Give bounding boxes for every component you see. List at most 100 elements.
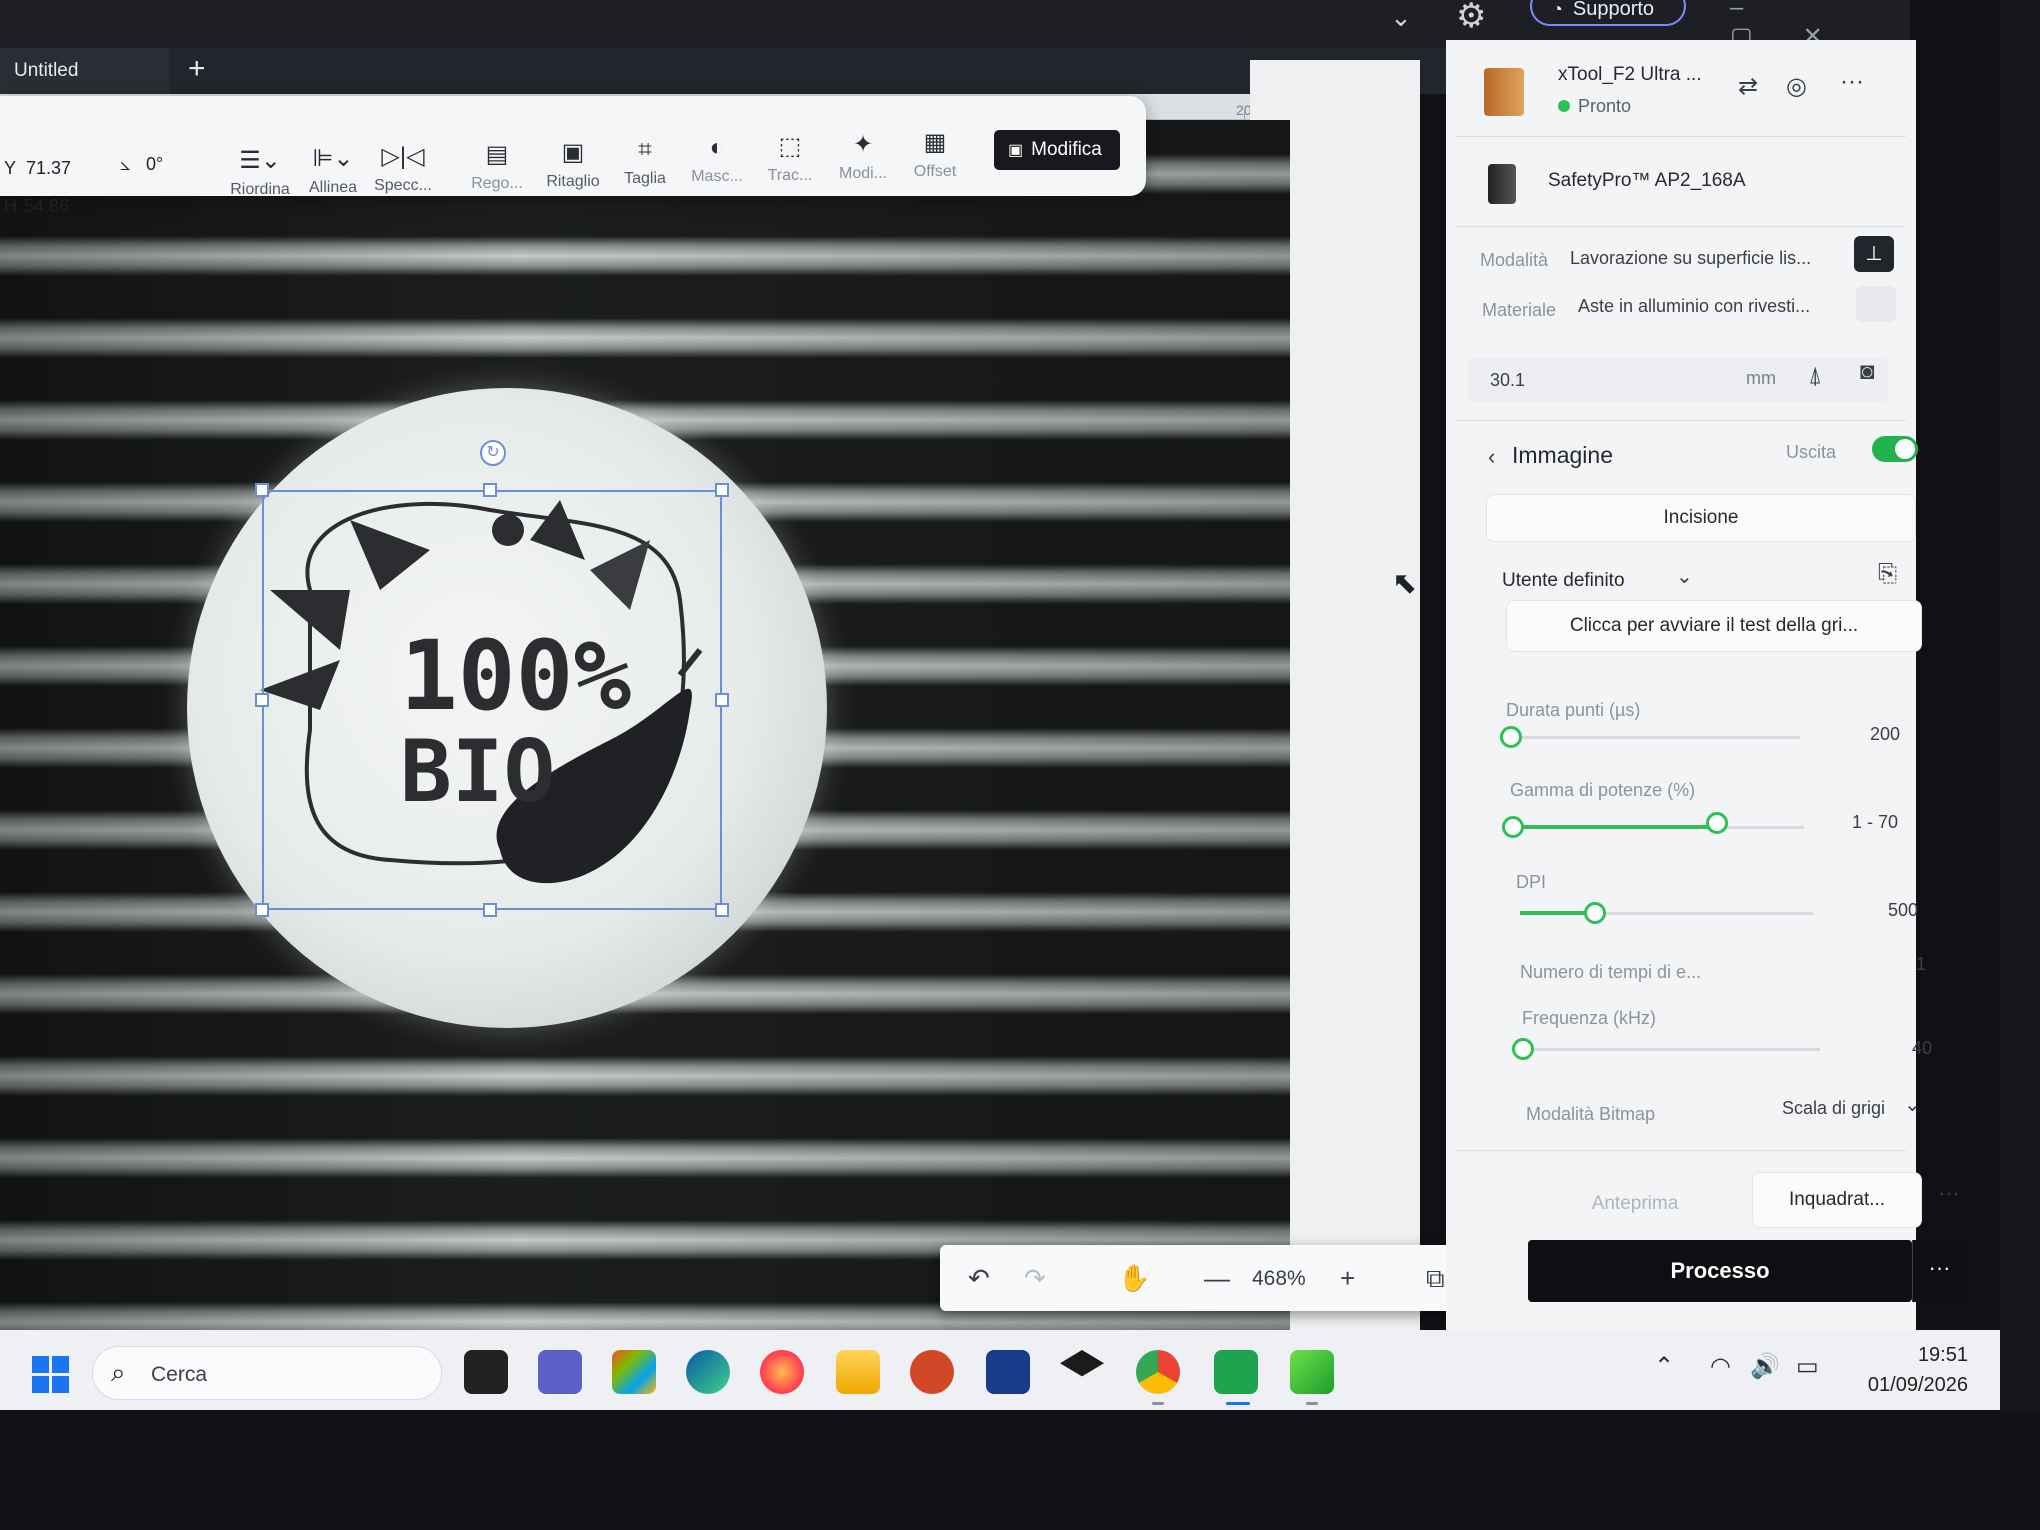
monitor-bezel — [2000, 0, 2040, 1530]
frequency-value[interactable]: 40 — [1912, 1038, 1932, 1059]
app-icon[interactable] — [986, 1350, 1030, 1394]
grid-test-button[interactable]: Clicca per avviare il test della gri... — [1506, 600, 1922, 652]
store-icon[interactable] — [612, 1350, 656, 1394]
back-chevron-icon[interactable]: ‹ — [1488, 444, 1495, 470]
image-edit-icon: ▣ — [1008, 142, 1024, 159]
support-button[interactable]: ◔ Supporto — [1530, 0, 1686, 26]
angle-icon: ⦣ — [120, 154, 131, 174]
task-view-icon[interactable] — [464, 1350, 508, 1394]
material-info-icon[interactable] — [1856, 286, 1896, 322]
zoom-out-button[interactable]: — — [1204, 1263, 1230, 1294]
speaker-icon[interactable]: 🔊 — [1750, 1352, 1780, 1381]
teams-icon[interactable] — [538, 1350, 582, 1394]
zoom-bar: ↶ ↷ ✋ — 468% + ⧉ — [940, 1245, 1480, 1311]
bitmap-mode-value[interactable]: Scala di grigi — [1782, 1098, 1885, 1119]
xtool-studio-icon[interactable] — [1214, 1350, 1258, 1394]
passes-value[interactable]: 1 — [1916, 954, 1926, 975]
camera-icon[interactable]: ◙ — [1860, 358, 1875, 386]
dot-duration-knob[interactable] — [1500, 726, 1522, 748]
resize-handle-s[interactable] — [483, 903, 497, 917]
taskbar-search[interactable]: ⌕ Cerca — [92, 1346, 442, 1400]
clock-time: 19:51 — [1917, 1344, 1968, 1366]
frequency-knob[interactable] — [1512, 1038, 1534, 1060]
resize-handle-se[interactable] — [715, 903, 729, 917]
thickness-field[interactable] — [1468, 358, 1888, 402]
tab-untitled[interactable]: Untitled — [0, 48, 170, 94]
redo-icon[interactable]: ↷ — [1024, 1263, 1046, 1294]
more-icon[interactable]: ··· — [1840, 68, 1864, 96]
power-range-value[interactable]: 1 - 70 — [1852, 812, 1898, 833]
material-value[interactable]: Aste in alluminio con rivesti... — [1578, 296, 1810, 317]
dpi-value[interactable]: 500 — [1888, 900, 1918, 921]
mode-value[interactable]: Lavorazione su superficie lis... — [1570, 248, 1811, 269]
mirror-icon: ▷|◁ — [381, 143, 425, 170]
section-title: Immagine — [1512, 442, 1613, 468]
file-explorer-icon[interactable] — [836, 1350, 880, 1394]
auto-measure-icon[interactable]: ⍋ — [1808, 362, 1822, 390]
angle-value[interactable]: 0° — [146, 154, 163, 175]
rotate-icon[interactable]: ↻ — [480, 440, 506, 466]
save-preset-icon[interactable]: ⎘ — [1878, 560, 1897, 588]
dpi-label: DPI — [1516, 872, 1547, 892]
frequency-label: Frequenza (kHz) — [1522, 1008, 1657, 1028]
process-more-button[interactable]: ··· — [1912, 1240, 1966, 1302]
device-name[interactable]: xTool_F2 Ultra ... — [1558, 64, 1702, 86]
zoom-level[interactable]: 468% — [1252, 1267, 1306, 1291]
gear-icon[interactable]: ⚙ — [1456, 0, 1486, 36]
resize-handle-e[interactable] — [715, 693, 729, 707]
chevron-down-icon[interactable]: ⌄ — [1904, 1092, 1921, 1117]
dpi-knob[interactable] — [1584, 902, 1606, 924]
headset-icon: ◔ — [1552, 0, 1563, 19]
battery-icon[interactable]: ▭ — [1796, 1352, 1819, 1381]
process-type-button[interactable]: Incisione — [1486, 494, 1916, 542]
wifi-icon[interactable]: ◠ — [1710, 1352, 1731, 1381]
zoom-in-button[interactable]: + — [1340, 1263, 1355, 1294]
preset-label[interactable]: Utente definito — [1502, 570, 1625, 592]
process-button[interactable]: Processo — [1528, 1240, 1912, 1302]
resize-handle-n[interactable] — [483, 483, 497, 497]
firefox-icon[interactable] — [760, 1350, 804, 1394]
output-toggle[interactable] — [1872, 436, 1918, 462]
chevron-down-icon[interactable]: ⌄ — [1390, 2, 1412, 33]
y-value[interactable]: 71.37 — [26, 158, 71, 179]
layers-icon[interactable]: ⧉ — [1426, 1263, 1445, 1295]
resize-handle-ne[interactable] — [715, 483, 729, 497]
add-tab-button[interactable]: + — [188, 52, 206, 86]
framing-button[interactable]: Inquadrat... — [1752, 1172, 1922, 1228]
target-icon[interactable]: ◎ — [1786, 72, 1807, 101]
clock[interactable]: 19:51 01/09/2026 — [1856, 1340, 1968, 1400]
preview-button[interactable]: Anteprima — [1530, 1176, 1740, 1232]
y-label: Y — [4, 158, 17, 178]
edit-toolbar: Y 71.37 ⦣ 0° H 54.86 ☰⌄ Riordina ⊫⌄ Alline… — [0, 96, 1146, 216]
hand-icon[interactable]: ✋ — [1118, 1263, 1150, 1294]
more-actions-icon[interactable]: ··· — [1938, 1180, 1960, 1206]
chrome-icon[interactable] — [1136, 1350, 1180, 1394]
resize-handle-sw[interactable] — [255, 903, 269, 917]
power-max-knob[interactable] — [1706, 812, 1728, 834]
tool-offset[interactable]: ▦ Offset — [890, 128, 980, 181]
resize-handle-w[interactable] — [255, 693, 269, 707]
search-icon: ⌕ — [111, 1357, 126, 1387]
power-min-knob[interactable] — [1502, 816, 1524, 838]
chevron-down-icon[interactable]: ⌄ — [1676, 564, 1693, 589]
chevron-up-icon[interactable]: ⌃ — [1654, 1352, 1674, 1381]
frequency-track[interactable] — [1526, 1048, 1820, 1051]
app-icon[interactable] — [1290, 1350, 1334, 1394]
h-value[interactable]: 54.86 — [24, 196, 69, 217]
undo-icon[interactable]: ↶ — [968, 1263, 990, 1294]
tool-mirror[interactable]: ▷|◁ Specc... — [358, 142, 448, 195]
dot-duration-track[interactable] — [1510, 736, 1800, 739]
edge-icon[interactable] — [686, 1350, 730, 1394]
windows-start-icon[interactable] — [32, 1356, 70, 1394]
dot-duration-value[interactable]: 200 — [1870, 724, 1900, 745]
dropbox-icon[interactable] — [1060, 1350, 1104, 1377]
modifica-button[interactable]: ▣ Modifica — [994, 130, 1120, 170]
accessory-name[interactable]: SafetyPro™ AP2_168A — [1548, 170, 1746, 192]
switch-device-icon[interactable]: ⇄ — [1738, 72, 1758, 101]
thickness-value[interactable]: 30.1 — [1490, 370, 1525, 391]
resize-handle-nw[interactable] — [255, 483, 269, 497]
flat-surface-icon[interactable]: ⊥ — [1854, 236, 1894, 272]
powerpoint-icon[interactable] — [910, 1350, 954, 1394]
selection-box[interactable] — [262, 490, 722, 910]
settings-panel: xTool_F2 Ultra ... Pronto ⇄ ◎ ··· Safety… — [1446, 40, 1960, 1330]
